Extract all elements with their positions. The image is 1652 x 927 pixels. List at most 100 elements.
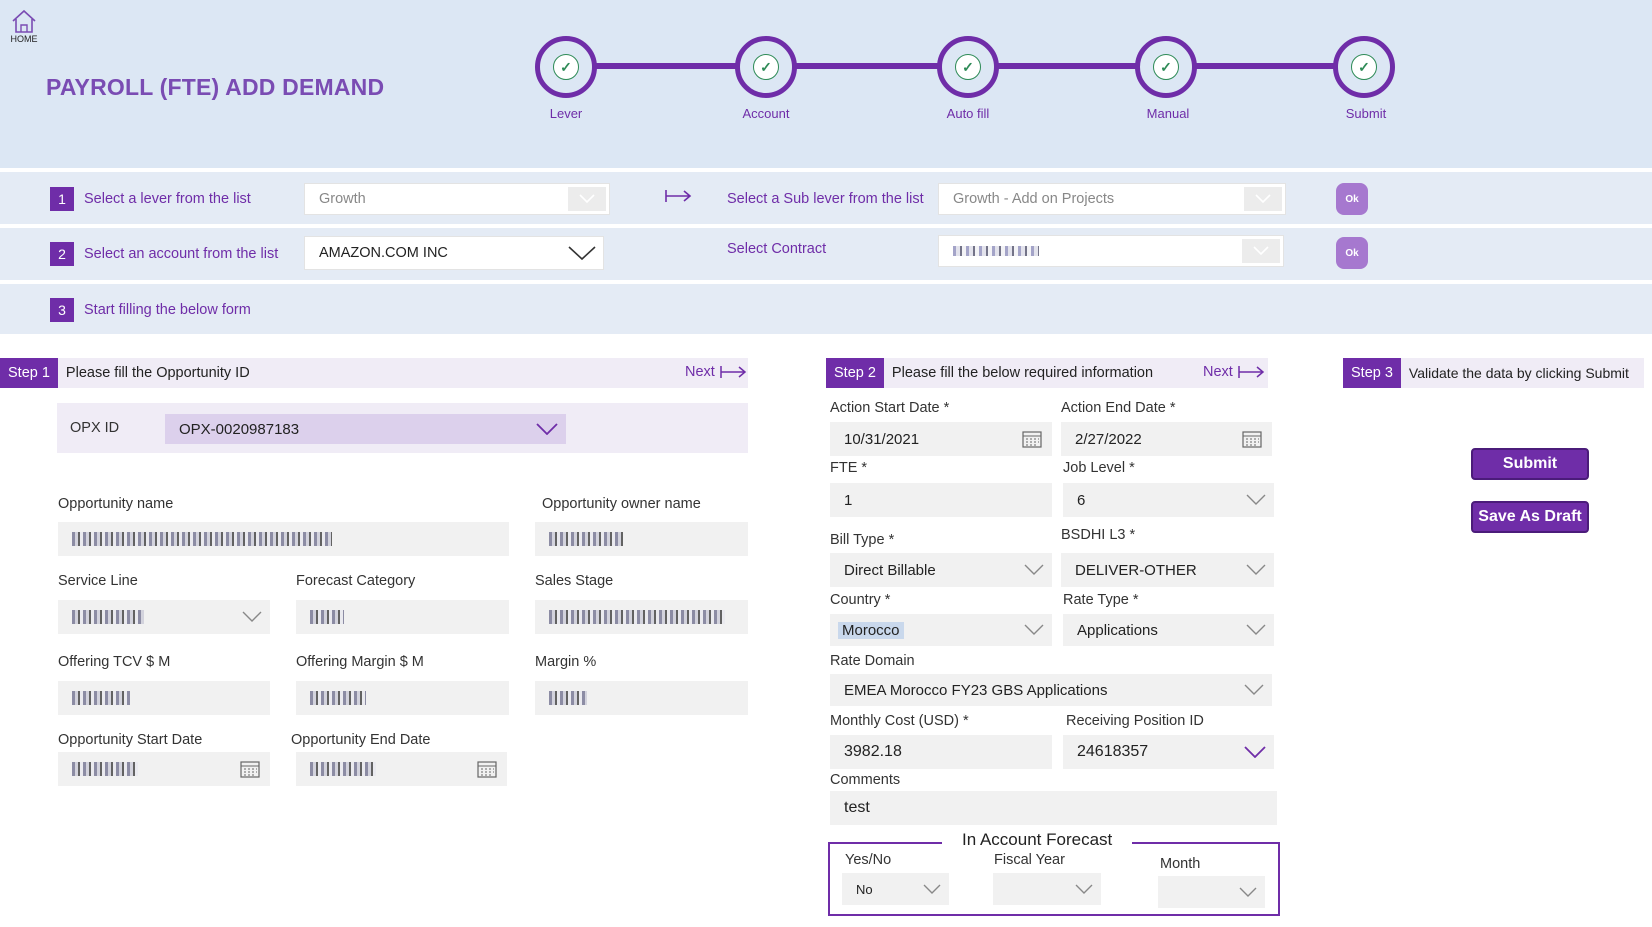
chevron-down-icon — [1244, 735, 1266, 769]
step1-header: Step 1 Please fill the Opportunity ID — [0, 358, 748, 388]
comments-label: Comments — [830, 772, 901, 788]
home-button[interactable]: HOME — [6, 8, 42, 44]
stepper-step-submit[interactable]: ✓ — [1333, 36, 1395, 98]
stepper-label: Lever — [549, 106, 583, 121]
next-label: Next — [1203, 364, 1233, 380]
sales-stage-label: Sales Stage — [535, 573, 614, 589]
opx-dropdown[interactable]: OPX-0020987183 — [165, 414, 566, 444]
action-end-date-picker[interactable]: 2/27/2022 — [1061, 422, 1272, 456]
step3-tag: Step 3 — [1343, 358, 1401, 388]
bsdhi-dropdown[interactable]: DELIVER-OTHER — [1061, 553, 1274, 587]
redacted-value — [72, 691, 130, 705]
stepper-label: Auto fill — [946, 106, 990, 121]
chevron-down-icon — [1246, 614, 1266, 646]
arrow-right-icon — [720, 366, 746, 378]
check-icon: ✓ — [553, 54, 579, 80]
stepper-step-manual[interactable]: ✓ — [1135, 36, 1197, 98]
margin-pct-field[interactable] — [535, 681, 748, 715]
offering-margin-field[interactable] — [296, 681, 509, 715]
step1-next-link[interactable]: Next — [685, 364, 747, 380]
contract-dropdown[interactable] — [938, 235, 1284, 267]
job-level-dropdown[interactable]: 6 — [1063, 483, 1274, 517]
next-label: Next — [685, 364, 715, 380]
country-dropdown[interactable]: Morocco — [830, 614, 1052, 646]
step2-header: Step 2 Please fill the below required in… — [826, 358, 1268, 388]
yesno-label: Yes/No — [845, 852, 892, 868]
stepper-connector — [796, 63, 940, 69]
action-start-value: 10/31/2021 — [844, 430, 920, 448]
contract-ok-button[interactable]: Ok — [1336, 237, 1368, 269]
forecast-category-field[interactable] — [296, 600, 509, 634]
rate-type-dropdown[interactable]: Applications — [1063, 614, 1274, 646]
opportunity-name-field[interactable] — [58, 522, 509, 556]
chevron-down-icon — [1246, 553, 1266, 587]
check-icon: ✓ — [753, 54, 779, 80]
step2-title: Please fill the below required informati… — [891, 365, 1154, 381]
save-draft-button[interactable]: Save As Draft — [1471, 501, 1589, 533]
submit-button[interactable]: Submit — [1471, 448, 1589, 480]
opportunity-owner-field[interactable] — [535, 522, 748, 556]
bill-type-value: Direct Billable — [844, 561, 936, 579]
fte-input[interactable]: 1 — [830, 483, 1052, 517]
calendar-icon[interactable] — [477, 752, 497, 786]
chevron-down-icon — [536, 414, 558, 444]
stepper-label: Account — [742, 106, 790, 121]
receiving-position-dropdown[interactable]: 24618357 — [1063, 735, 1274, 769]
redacted-value — [310, 762, 376, 776]
redacted-value — [72, 532, 332, 546]
chevron-down-icon — [1075, 873, 1093, 905]
month-dropdown[interactable] — [1158, 876, 1265, 908]
job-level-label: Job Level * — [1063, 460, 1135, 476]
monthly-cost-input[interactable]: 3982.18 — [830, 735, 1052, 769]
fiscal-year-dropdown[interactable] — [993, 873, 1101, 905]
contract-label: Select Contract — [727, 241, 827, 257]
stepper-step-account[interactable]: ✓ — [735, 36, 797, 98]
sub-lever-dropdown[interactable]: Growth - Add on Projects — [938, 183, 1286, 215]
lever-label: Select a lever from the list — [84, 191, 251, 207]
chevron-down-icon — [1024, 553, 1044, 587]
calendar-icon[interactable] — [240, 752, 260, 786]
chevron-down-icon — [1239, 876, 1257, 908]
redacted-value — [310, 691, 366, 705]
stepper-connector — [998, 63, 1138, 69]
redacted-value — [72, 762, 138, 776]
calendar-icon[interactable] — [1022, 422, 1042, 456]
chevron-down-icon — [1244, 187, 1282, 211]
yesno-dropdown[interactable]: No — [842, 873, 949, 905]
lever-dropdown[interactable]: Growth — [304, 183, 610, 215]
bsdhi-value: DELIVER-OTHER — [1075, 561, 1197, 579]
action-start-date-picker[interactable]: 10/31/2021 — [830, 422, 1052, 456]
step2-next-link[interactable]: Next — [1203, 364, 1265, 380]
offering-tcv-field[interactable] — [58, 681, 270, 715]
service-line-dropdown[interactable] — [58, 600, 270, 634]
stepper-label: Submit — [1345, 106, 1387, 121]
country-value: Morocco — [838, 621, 904, 639]
page-title: PAYROLL (FTE) ADD DEMAND — [46, 74, 385, 100]
receiving-position-value: 24618357 — [1077, 743, 1149, 760]
action-end-value: 2/27/2022 — [1075, 430, 1142, 448]
bsdhi-label: BSDHI L3 * — [1061, 527, 1136, 543]
step3-header: Step 3 Validate the data by clicking Sub… — [1343, 358, 1644, 388]
calendar-icon[interactable] — [1242, 422, 1262, 456]
chevron-down-icon — [242, 600, 262, 634]
in-account-forecast-title: In Account Forecast — [942, 830, 1133, 850]
opp-start-date-picker[interactable] — [58, 752, 270, 786]
opp-end-date-picker[interactable] — [296, 752, 507, 786]
sales-stage-field[interactable] — [535, 600, 748, 634]
lever-ok-button[interactable]: Ok — [1336, 183, 1368, 215]
stepper-step-autofill[interactable]: ✓ — [937, 36, 999, 98]
stepper-label: Manual — [1146, 106, 1190, 121]
opp-start-label: Opportunity Start Date — [58, 732, 203, 748]
chevron-down-icon — [1246, 483, 1266, 517]
bill-type-dropdown[interactable]: Direct Billable — [830, 553, 1052, 587]
step1-title: Please fill the Opportunity ID — [65, 365, 250, 381]
bill-type-label: Bill Type * — [830, 532, 895, 548]
check-icon: ✓ — [1153, 54, 1179, 80]
opportunity-name-label: Opportunity name — [58, 496, 174, 512]
lever-value: Growth — [319, 191, 366, 207]
stepper-step-lever[interactable]: ✓ — [535, 36, 597, 98]
rate-domain-dropdown[interactable]: EMEA Morocco FY23 GBS Applications — [830, 674, 1272, 706]
account-dropdown[interactable]: AMAZON.COM INC — [304, 236, 604, 270]
account-label: Select an account from the list — [84, 246, 279, 262]
comments-input[interactable]: test — [830, 791, 1277, 825]
